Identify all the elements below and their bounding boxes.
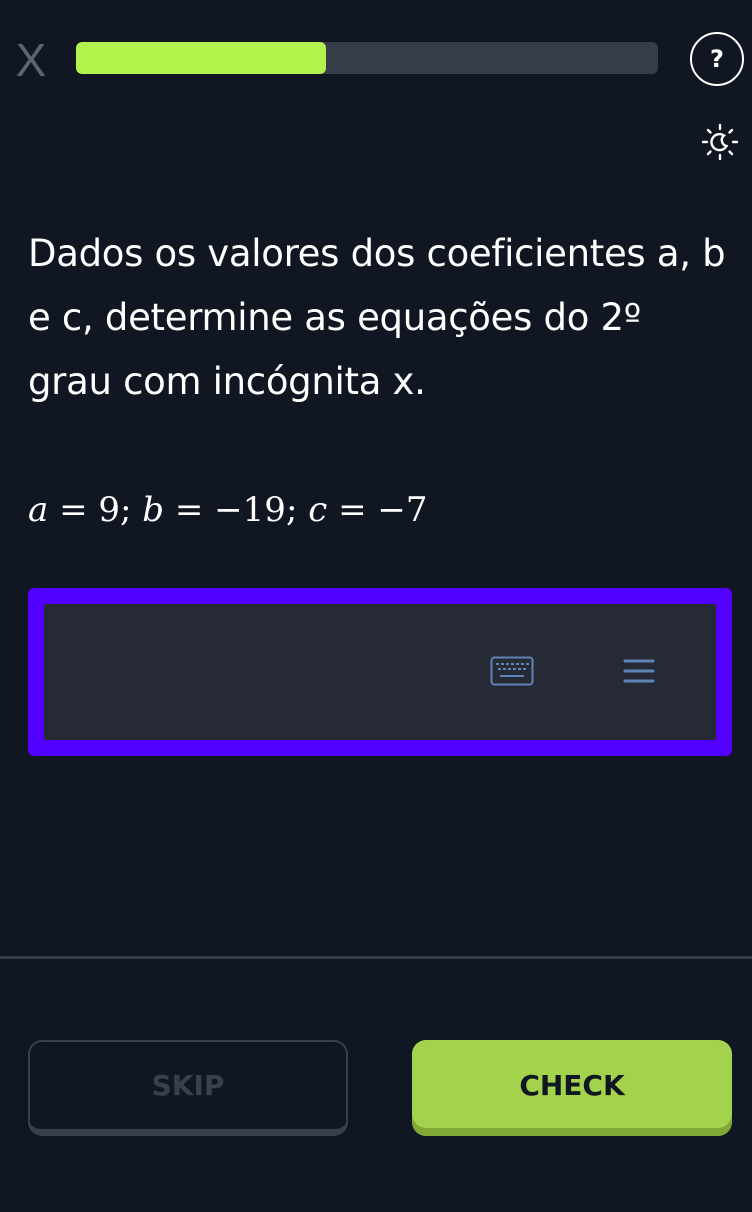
coef-c-var: c	[308, 490, 328, 530]
coef-b-value: −19	[214, 490, 286, 530]
menu-icon[interactable]	[622, 656, 656, 686]
help-button[interactable]: ?	[690, 32, 744, 86]
coef-c-value: −7	[377, 490, 428, 530]
coef-b-var: b	[142, 490, 165, 530]
keyboard-icon[interactable]	[490, 656, 534, 686]
close-button[interactable]: X	[10, 37, 52, 83]
progress-fill	[76, 42, 327, 74]
answer-input-frame	[28, 588, 732, 756]
answer-input[interactable]	[44, 604, 716, 740]
check-button[interactable]: CHECK	[412, 1040, 732, 1136]
footer-divider	[0, 956, 752, 959]
sun-moon-icon[interactable]	[700, 122, 740, 162]
coef-a-value: 9	[98, 490, 121, 530]
coef-a-var: a	[28, 490, 49, 530]
skip-button[interactable]: SKIP	[28, 1040, 348, 1136]
progress-bar	[76, 42, 658, 74]
question-text: Dados os valores dos coeficientes a, b e…	[28, 232, 726, 403]
coefficients-equation: a = 9; b = −19; c = −7	[28, 490, 428, 530]
